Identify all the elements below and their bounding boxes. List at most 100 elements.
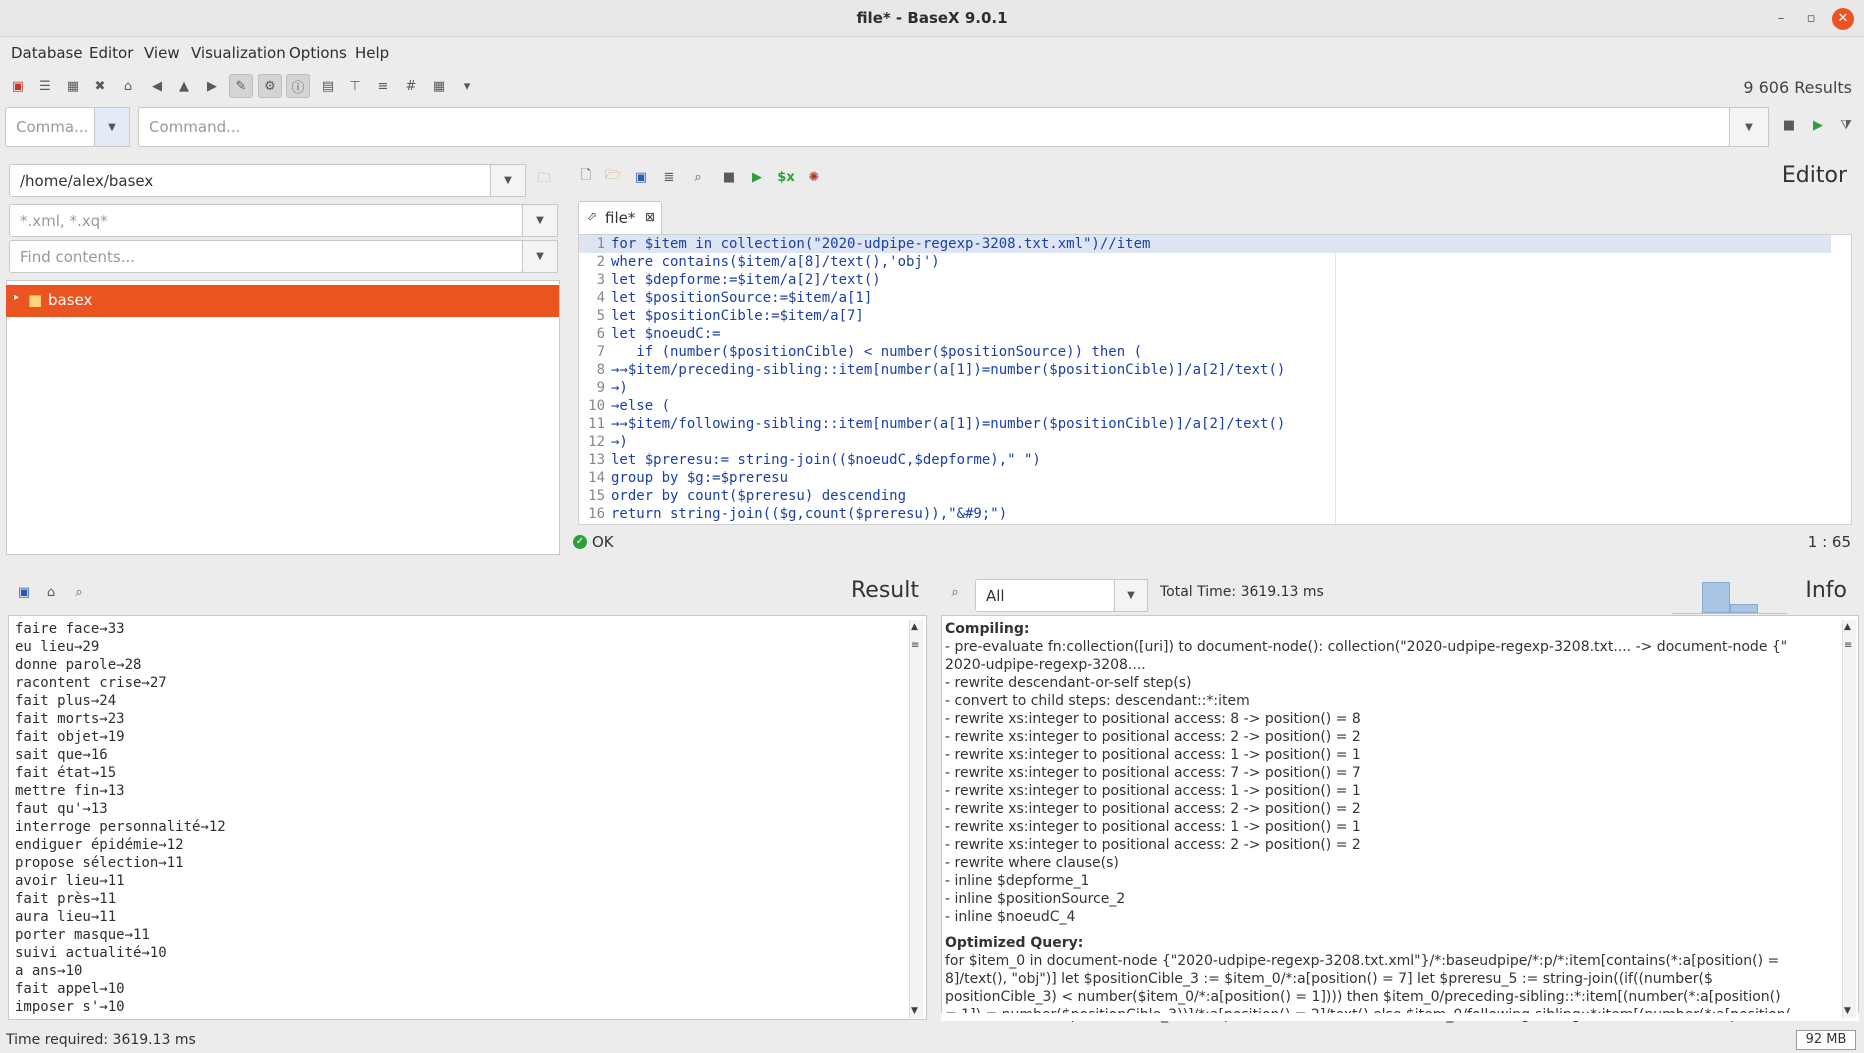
save-icon[interactable]: ▣: [629, 165, 653, 189]
list-item: endiguer épidémie→12: [15, 837, 184, 853]
menu-database[interactable]: Database: [11, 44, 83, 62]
open-database-icon[interactable]: ☰: [33, 74, 57, 98]
folder-icon[interactable]: 🗀: [532, 168, 556, 192]
list-item: propose sélection→11: [15, 855, 184, 871]
code-line: 6 let $noeudC:=: [596, 326, 721, 342]
info-content: Compiling: - pre-evaluate fn:collection(…: [945, 620, 1835, 1024]
file-filter-input[interactable]: *.xml, *.xq*: [9, 204, 523, 237]
command-input[interactable]: Command...: [138, 107, 1730, 147]
command-mode-select[interactable]: Comma...: [5, 107, 95, 147]
close-database-icon[interactable]: ✖: [88, 74, 112, 98]
minimize-icon[interactable]: –: [1770, 8, 1792, 30]
info-toggle-icon[interactable]: ⓘ: [286, 74, 310, 98]
scroll-thumb[interactable]: ≡: [1844, 640, 1852, 651]
result-scrollbar[interactable]: ▲ ≡ ▼: [909, 620, 923, 1018]
variables-icon[interactable]: $x: [774, 165, 798, 189]
properties-icon[interactable]: ▦: [61, 74, 85, 98]
info-line: - rewrite descendant-or-self step(s): [945, 675, 1192, 691]
new-database-icon[interactable]: ▣: [6, 74, 30, 98]
search-icon[interactable]: ⌕: [943, 580, 967, 604]
find-contents-input[interactable]: Find contents...: [9, 240, 523, 273]
code-line: 11 →→$item/following-sibling::item[number…: [588, 416, 1286, 432]
close-tab-icon[interactable]: ⊠: [645, 210, 655, 224]
menu-options[interactable]: Options: [289, 44, 347, 62]
new-file-icon[interactable]: 🗋: [574, 165, 598, 189]
info-filter-select[interactable]: All: [975, 579, 1115, 612]
scroll-up-icon[interactable]: ▲: [911, 622, 918, 632]
main-toolbar: ▣ ☰ ▦ ✖ ⌂ ◀ ▲ ▶ ✎ ⚙ ⓘ ▤ ⊤ ≡ # ▦ ▾: [0, 74, 1864, 100]
menu-help[interactable]: Help: [355, 44, 389, 62]
open-file-icon[interactable]: 🗁: [601, 165, 625, 189]
map-view-icon[interactable]: ▤: [316, 74, 340, 98]
back-icon[interactable]: ◀: [145, 74, 169, 98]
status-bar: Time required: 3619.13 ms 92 MB: [0, 1030, 1864, 1053]
run-icon[interactable]: ▶: [745, 165, 769, 189]
stop-icon[interactable]: ■: [717, 165, 741, 189]
format-icon[interactable]: ≣: [657, 165, 681, 189]
tab-label: file*: [605, 209, 636, 227]
editor-toggle-icon[interactable]: ✎: [229, 74, 253, 98]
home-icon[interactable]: ⌂: [39, 580, 63, 604]
timing-bar: [1730, 604, 1758, 613]
list-item: mettre fin→13: [15, 783, 125, 799]
filter-icon[interactable]: ⧩: [1834, 113, 1858, 137]
editor-heading: Editor: [1781, 163, 1847, 188]
home-icon[interactable]: ⌂: [116, 74, 140, 98]
chevron-down-icon[interactable]: ▼: [522, 240, 558, 273]
tree-item-basex[interactable]: ▸ ■ basex: [6, 285, 559, 317]
table-view-icon[interactable]: #: [399, 74, 423, 98]
scroll-down-icon[interactable]: ▼: [911, 1006, 918, 1016]
chevron-down-icon[interactable]: ▼: [1114, 579, 1148, 612]
search-icon[interactable]: ⌕: [67, 580, 91, 604]
search-icon[interactable]: ⌕: [686, 165, 710, 189]
code-lines: 1 for $item in collection("2020-udpipe-re…: [579, 235, 1831, 523]
code-line: 3 let $depforme:=$item/a[2]/text(): [596, 272, 881, 288]
info-scrollbar[interactable]: ▲ ≡ ▼: [1842, 620, 1856, 1018]
forward-icon[interactable]: ▶: [200, 74, 224, 98]
scroll-thumb[interactable]: ≡: [911, 640, 919, 651]
code-line: 13 let $preresu:= string-join(($noeudC,$d…: [588, 452, 1041, 468]
close-icon[interactable]: ✕: [1832, 8, 1854, 30]
list-item: fait état→15: [15, 765, 117, 781]
list-item: avoir lieu→11: [15, 873, 125, 889]
chevron-down-icon[interactable]: ▼: [1729, 107, 1769, 147]
list-item: faut qu'→13: [15, 801, 108, 817]
code-editor[interactable]: 1 for $item in collection("2020-udpipe-re…: [578, 234, 1852, 525]
run-icon[interactable]: ▶: [1806, 113, 1830, 137]
cursor-position: 1 : 65: [1807, 533, 1851, 551]
code-line: 2 where contains($item/a[8]/text(),'obj'): [596, 254, 940, 270]
menu-visualization[interactable]: Visualization: [191, 44, 286, 62]
info-mask: [941, 1013, 1859, 1021]
tree-item-label: basex: [48, 291, 93, 309]
chevron-down-icon[interactable]: ▼: [490, 164, 526, 197]
time-required: Time required: 3619.13 ms: [6, 1032, 196, 1048]
tree-view-icon[interactable]: ⊤: [343, 74, 367, 98]
up-icon[interactable]: ▲: [172, 74, 196, 98]
memory-usage[interactable]: 92 MB: [1796, 1030, 1856, 1050]
project-tree: [6, 280, 560, 555]
save-icon[interactable]: ▣: [12, 580, 36, 604]
folder-view-icon[interactable]: ≡: [371, 74, 395, 98]
menu-editor[interactable]: Editor: [89, 44, 133, 62]
plot-view-icon[interactable]: ▦: [427, 74, 451, 98]
info-line: - inline $depforme_1: [945, 873, 1090, 889]
menu-view[interactable]: View: [144, 44, 180, 62]
chevron-right-icon[interactable]: ▸: [14, 292, 19, 303]
code-line: 10 →else (: [588, 398, 671, 414]
chevron-down-icon[interactable]: ▼: [94, 107, 130, 147]
project-toggle-icon[interactable]: ⚙: [258, 74, 282, 98]
stop-icon[interactable]: ■: [1777, 113, 1801, 137]
project-path-input[interactable]: /home/alex/basex: [9, 164, 491, 197]
maximize-icon[interactable]: ▫: [1800, 8, 1822, 30]
scroll-down-icon[interactable]: ▼: [1844, 1006, 1851, 1016]
chevron-down-icon[interactable]: ▼: [522, 204, 558, 237]
project-panel: /home/alex/basex ▼ 🗀 *.xml, *.xq* ▼ Find…: [4, 156, 560, 555]
tab-file[interactable]: ⬀ file* ⊠: [578, 201, 662, 234]
info-line: for $item_0 in document-node {"2020-udpi…: [945, 953, 1780, 969]
info-line: - rewrite xs:integer to positional acces…: [945, 801, 1361, 817]
explorer-view-icon[interactable]: ▾: [455, 74, 479, 98]
debug-icon[interactable]: ✺: [802, 165, 826, 189]
total-time: Total Time: 3619.13 ms: [1160, 584, 1324, 600]
scroll-up-icon[interactable]: ▲: [1844, 622, 1851, 632]
window-title: file* - BaseX 9.0.1: [856, 9, 1008, 27]
